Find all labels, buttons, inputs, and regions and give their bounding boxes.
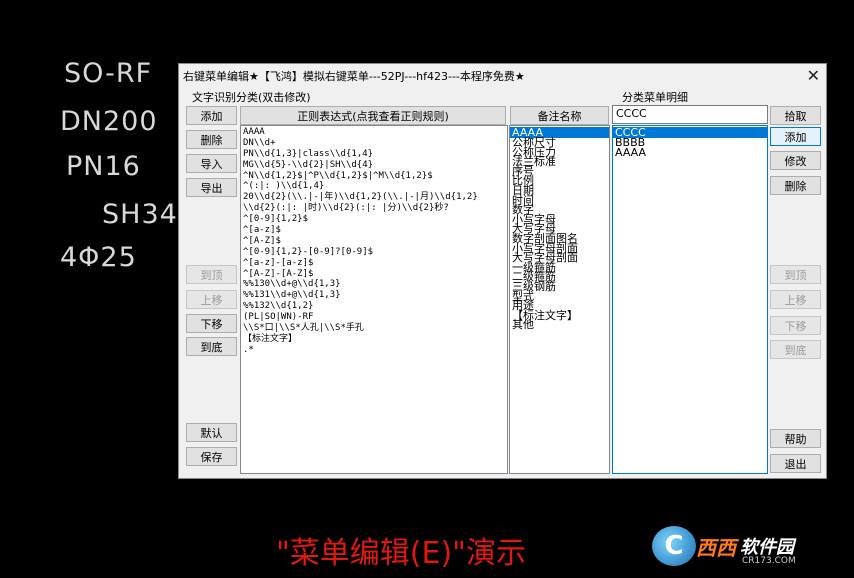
- menu-move-top-button[interactable]: 到顶: [770, 265, 821, 284]
- menu-items-list[interactable]: CCCC BBBB AAAA: [612, 125, 768, 474]
- pick-button[interactable]: 拾取: [770, 106, 821, 125]
- notes-list[interactable]: AAAA 公称尺寸 公称压力 法兰标准 序号 比例 日期 时间 数字 小写字母 大写字母 数字剖面图名…: [509, 125, 610, 474]
- cad-label-pn: PN16: [66, 151, 141, 182]
- left-group-label: 文字识别分类(双击修改): [192, 91, 311, 104]
- regex-list-items: AAAA DN\\d+ PN\\d{1,3}|class\\d{1,4} MG\\d{…: [241, 126, 507, 356]
- add-category-button[interactable]: 添加: [186, 106, 237, 125]
- regex-list-item[interactable]: %%132\\d{1,2}: [241, 301, 507, 312]
- notes-list-items: AAAA 公称尺寸 公称压力 法兰标准 序号 比例 日期 时间 数字 小写字母 大写字母 数字剖面图名…: [510, 126, 609, 330]
- menu-move-down-button[interactable]: 下移: [770, 316, 821, 335]
- regex-column-header[interactable]: 正则表达式(点我查看正则规则): [240, 106, 506, 125]
- add-menu-item-button[interactable]: 添加: [770, 127, 821, 146]
- menu-move-bottom-button[interactable]: 到底: [770, 340, 821, 359]
- move-bottom-button[interactable]: 到底: [186, 337, 237, 356]
- export-button[interactable]: 导出: [186, 178, 237, 197]
- dialog-title: 右键菜单编辑★【飞鸿】模拟右键菜单---52PJ---hf423---本程序免费…: [183, 70, 525, 83]
- regex-list[interactable]: AAAA DN\\d+ PN\\d{1,3}|class\\d{1,4} MG\\d{…: [240, 125, 508, 474]
- close-icon[interactable]: ✕: [807, 66, 820, 85]
- regex-list-item[interactable]: ^[a-z]-[a-z]$: [241, 258, 507, 269]
- regex-list-item[interactable]: \\d{2}(:|: |时)\\d{2}(:|: |分)\\d{2}秒?: [241, 203, 507, 214]
- menu-move-up-button[interactable]: 上移: [770, 290, 821, 309]
- regex-list-item[interactable]: ^[A-Z]-[A-Z]$: [241, 269, 507, 280]
- regex-list-item[interactable]: ^N\\d{1,2}$|^P\\d{1,2}$|^M\\d{1,2}$: [241, 171, 507, 182]
- right-group-label: 分类菜单明细: [622, 91, 688, 104]
- regex-list-item[interactable]: ^[a-z]$: [241, 225, 507, 236]
- modify-button[interactable]: 修改: [770, 151, 821, 170]
- regex-list-item[interactable]: .*: [241, 345, 507, 356]
- cad-label-count: 4Φ25: [60, 242, 137, 273]
- regex-list-item[interactable]: %%130\\d+@\\d{1,3}: [241, 279, 507, 290]
- default-button[interactable]: 默认: [186, 423, 237, 442]
- menu-list-item[interactable]: AAAA: [613, 147, 767, 158]
- regex-list-item[interactable]: AAAA: [241, 127, 507, 138]
- move-down-button[interactable]: 下移: [186, 314, 237, 333]
- notes-list-item[interactable]: 其他: [510, 320, 609, 331]
- notes-column-header[interactable]: 备注名称: [510, 106, 609, 125]
- regex-list-item[interactable]: ^[0-9]{1,2}$: [241, 214, 507, 225]
- menu-item-input[interactable]: CCCC: [612, 105, 768, 124]
- help-button[interactable]: 帮助: [770, 429, 821, 448]
- regex-list-item[interactable]: 20\\d{2}(\\.|-|年)\\d{1,2}(\\.|-|月)\\d{1,…: [241, 192, 507, 203]
- watermark-logo-icon: C: [652, 526, 696, 566]
- regex-list-item[interactable]: \\S*口|\\S*人孔|\\S*手孔: [241, 323, 507, 334]
- save-button[interactable]: 保存: [186, 447, 237, 466]
- regex-list-item[interactable]: (PL|SO|WN)-RF: [241, 312, 507, 323]
- exit-button[interactable]: 退出: [770, 454, 821, 473]
- menu-items: CCCC BBBB AAAA: [613, 126, 767, 157]
- regex-list-item[interactable]: ^[0-9]{1,2}-[0-9]?[0-9]$: [241, 247, 507, 258]
- watermark-brand: 西西: [696, 535, 736, 560]
- cad-label-so-rf: SO-RF: [64, 58, 153, 89]
- regex-list-item[interactable]: ^(:|: )\\d{1,4}: [241, 181, 507, 192]
- regex-list-item[interactable]: ^[A-Z]$: [241, 236, 507, 247]
- regex-list-item[interactable]: %%131\\d+@\\d{1,3}: [241, 290, 507, 301]
- move-up-button[interactable]: 上移: [186, 290, 237, 309]
- regex-list-item[interactable]: PN\\d{1,3}|class\\d{1,4}: [241, 149, 507, 160]
- watermark-url: CR173.COM: [742, 556, 796, 566]
- cad-label-dn: DN200: [60, 106, 158, 137]
- import-button[interactable]: 导入: [186, 154, 237, 173]
- demo-caption: "菜单编辑(E)"演示: [276, 536, 526, 571]
- delete-menu-item-button[interactable]: 删除: [770, 176, 821, 195]
- menu-editor-dialog: 右键菜单编辑★【飞鸿】模拟右键菜单---52PJ---hf423---本程序免费…: [178, 63, 827, 479]
- regex-list-item[interactable]: MG\\d{5}-\\d{2}|SH\\d{4}: [241, 160, 507, 171]
- regex-list-item[interactable]: DN\\d+: [241, 138, 507, 149]
- regex-list-item[interactable]: 【标注文字】: [241, 334, 507, 345]
- delete-category-button[interactable]: 删除: [186, 130, 237, 149]
- move-top-button[interactable]: 到顶: [186, 265, 237, 284]
